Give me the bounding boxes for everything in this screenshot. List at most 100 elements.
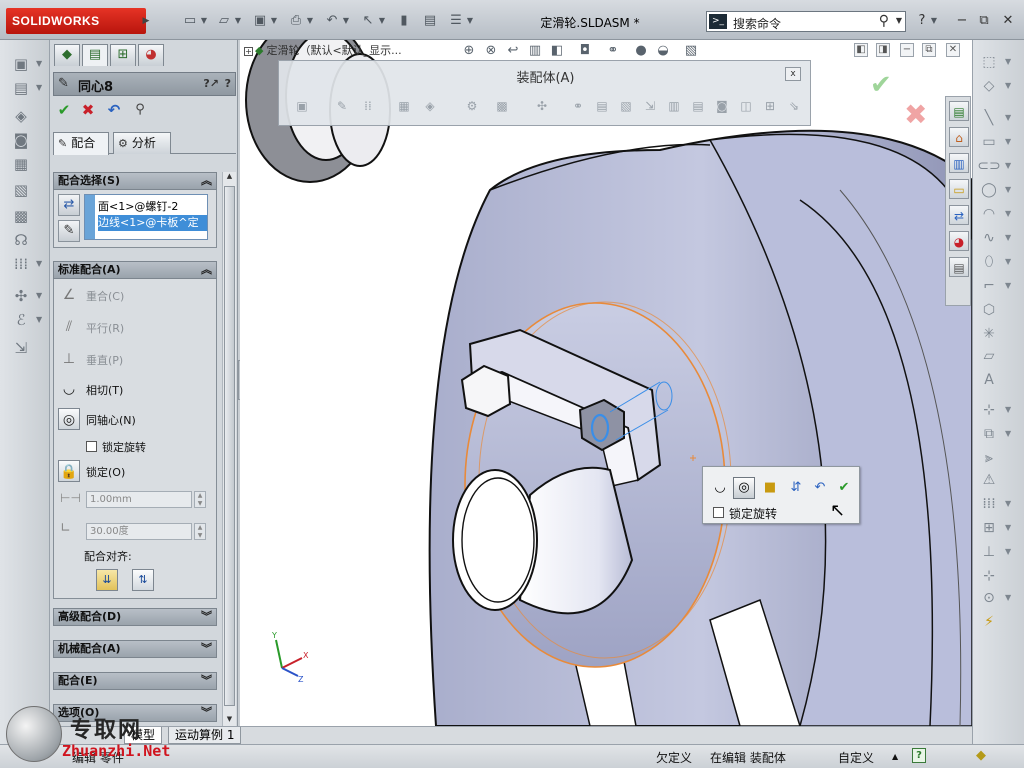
- lock-rotation-checkbox[interactable]: [86, 441, 97, 452]
- show-hidden-icon[interactable]: ⚙: [463, 97, 481, 115]
- rectangle-dropdown-icon[interactable]: ▼: [1005, 132, 1015, 152]
- ok-icon[interactable]: ✔: [833, 477, 855, 499]
- close-button[interactable]: ✕: [998, 12, 1018, 30]
- home-icon[interactable]: ⌂: [949, 127, 969, 147]
- dimension-dropdown-icon[interactable]: ▼: [1005, 76, 1015, 96]
- help-icon[interactable]: ?: [912, 12, 932, 30]
- polygon-icon[interactable]: ⬡: [977, 300, 1001, 320]
- mate-lock[interactable]: 🔒 锁定(O): [58, 459, 208, 483]
- new-motion-study-icon[interactable]: ⚭: [569, 97, 587, 115]
- mate-parallel[interactable]: ⫽ 平行(R): [58, 315, 208, 339]
- standard-mates-header[interactable]: 标准配合(A) ︽: [53, 261, 217, 279]
- pattern-icon[interactable]: ⁞⁞⁞: [10, 254, 32, 274]
- relations-dropdown-icon[interactable]: ▼: [1005, 542, 1015, 562]
- text-icon[interactable]: A: [977, 370, 1001, 390]
- confirmation-corner-cancel-icon[interactable]: ✖: [904, 98, 927, 131]
- tab-analysis[interactable]: ⚙ 分析: [113, 132, 171, 154]
- new-icon[interactable]: ▭: [180, 12, 200, 30]
- search-icon[interactable]: ⚲: [879, 13, 889, 29]
- snaps-dropdown-icon[interactable]: ▼: [1005, 588, 1015, 608]
- save-icon[interactable]: ▣: [250, 12, 270, 30]
- pattern-dropdown-icon[interactable]: ▼: [1005, 494, 1015, 514]
- what-is-this-icon[interactable]: ?↗: [203, 77, 219, 90]
- repair-sketch-icon[interactable]: ⊹: [977, 566, 1001, 586]
- insert-component-dropdown-icon[interactable]: ▼: [36, 54, 44, 74]
- linear-pattern-icon[interactable]: ⁞⁞: [359, 97, 377, 115]
- trim-icon[interactable]: ⊹: [977, 400, 1001, 420]
- select-dropdown-icon[interactable]: ▼: [378, 12, 386, 30]
- sketch-icon[interactable]: ⬚: [977, 52, 1001, 72]
- mate-selection-header[interactable]: 配合选择(S) ︽: [53, 172, 217, 190]
- ok-button[interactable]: ✔: [54, 100, 74, 120]
- configuration-manager-tab-icon[interactable]: ⊞: [110, 44, 136, 66]
- print-dropdown-icon[interactable]: ▼: [306, 12, 314, 30]
- large-assembly-mode-icon[interactable]: ⊞: [761, 97, 779, 115]
- viewport-pane-right-icon[interactable]: ◨: [876, 43, 890, 57]
- aligned-button[interactable]: ⇊: [96, 569, 118, 591]
- list-item[interactable]: 边线<1>@卡板^定: [98, 215, 207, 231]
- help-dropdown-icon[interactable]: ▼: [930, 12, 938, 30]
- minimize-button[interactable]: −: [952, 12, 972, 30]
- view-orientation-icon[interactable]: ◧: [548, 42, 566, 60]
- reference-dropdown-icon[interactable]: ▼: [36, 286, 44, 306]
- hub-end-face[interactable]: [452, 469, 538, 611]
- speedpak-icon[interactable]: ⇘: [785, 97, 803, 115]
- slot-icon[interactable]: ⊂⊃: [977, 156, 1001, 176]
- smart-fastener-icon[interactable]: ▦: [10, 154, 32, 174]
- trim-dropdown-icon[interactable]: ▼: [1005, 400, 1015, 420]
- file-properties-icon[interactable]: ▤: [420, 12, 440, 30]
- sketch-dropdown-icon[interactable]: ▼: [1005, 52, 1015, 72]
- lock-rotation-checkbox[interactable]: [713, 507, 724, 518]
- select-icon[interactable]: ↖: [358, 12, 378, 30]
- undo-icon[interactable]: ↶: [322, 12, 342, 30]
- pattern-dropdown-icon[interactable]: ▼: [36, 254, 44, 274]
- hide-show-items-icon[interactable]: ⚭: [604, 42, 622, 60]
- file-explorer-icon[interactable]: ▭: [949, 179, 969, 199]
- insert-component-icon[interactable]: ▣: [293, 97, 311, 115]
- display-style-icon[interactable]: ◘: [576, 42, 594, 60]
- scrollbar-thumb[interactable]: [224, 186, 235, 706]
- mate-tangent[interactable]: ◡ 相切(T): [58, 377, 208, 401]
- offset-icon[interactable]: ⫸: [977, 448, 1001, 468]
- options-icon[interactable]: ☰: [446, 12, 466, 30]
- exploded-view-icon[interactable]: ▧: [10, 180, 32, 200]
- hole-alignment-icon[interactable]: ◙: [713, 97, 731, 115]
- pushpin-button[interactable]: ⚲: [130, 100, 150, 120]
- expand-icon[interactable]: +: [244, 47, 253, 56]
- smart-dimension-icon[interactable]: ◇: [977, 76, 1001, 96]
- apply-scene-icon[interactable]: ◒: [654, 42, 672, 60]
- assembly-model-view[interactable]: Y X Z: [240, 40, 972, 726]
- design-library-icon[interactable]: ▥: [949, 153, 969, 173]
- rapid-sketch-icon[interactable]: ⚡: [977, 612, 1001, 632]
- mate-perpendicular[interactable]: ⊥ 垂直(P): [58, 347, 208, 371]
- save-dropdown-icon[interactable]: ▼: [270, 12, 278, 30]
- quick-snaps-icon[interactable]: ⊙: [977, 588, 1001, 608]
- undo-dropdown-icon[interactable]: ▼: [342, 12, 350, 30]
- appearances-scenes-icon[interactable]: ◕: [949, 231, 969, 251]
- mates-header[interactable]: 配合(E) ︾: [53, 672, 217, 690]
- instant3d-icon[interactable]: ⇲: [10, 338, 32, 358]
- rotate-component-icon[interactable]: ◙: [10, 130, 32, 150]
- interference-detection-icon[interactable]: ▥: [665, 97, 683, 115]
- distance-input[interactable]: 1.00mm: [86, 491, 192, 508]
- assembly-features-icon[interactable]: ▩: [493, 97, 511, 115]
- clearance-verification-icon[interactable]: ▤: [689, 97, 707, 115]
- search-dropdown-icon[interactable]: ▼: [896, 16, 902, 25]
- open-icon[interactable]: ▱: [214, 12, 234, 30]
- restore-button[interactable]: ⧉: [974, 12, 994, 30]
- spline-icon[interactable]: ∿: [977, 228, 1001, 248]
- ellipse-icon[interactable]: ⬯: [977, 252, 1001, 272]
- instant3d-icon[interactable]: ◫: [737, 97, 755, 115]
- new-dropdown-icon[interactable]: ▼: [200, 12, 208, 30]
- units-dropdown-icon[interactable]: ▲: [892, 752, 898, 761]
- angle-spinner[interactable]: ▲ ▼: [194, 523, 206, 540]
- print-icon[interactable]: ⎙: [286, 12, 306, 30]
- feature-tree-flyout[interactable]: + ◆ 定滑轮（默认<默认_显示...: [244, 42, 402, 58]
- move-dropdown-icon[interactable]: ▼: [1005, 518, 1015, 538]
- line-dropdown-icon[interactable]: ▼: [1005, 108, 1015, 128]
- tree-root-label[interactable]: 定滑轮（默认<默认_显示...: [266, 44, 401, 57]
- tab-motion-study-1[interactable]: 运动算例 1: [168, 727, 242, 744]
- viewport-minimize-icon[interactable]: −: [900, 43, 914, 57]
- feature-manager-tab-icon[interactable]: ◆: [54, 44, 80, 66]
- anti-aligned-button[interactable]: ⇅: [132, 569, 154, 591]
